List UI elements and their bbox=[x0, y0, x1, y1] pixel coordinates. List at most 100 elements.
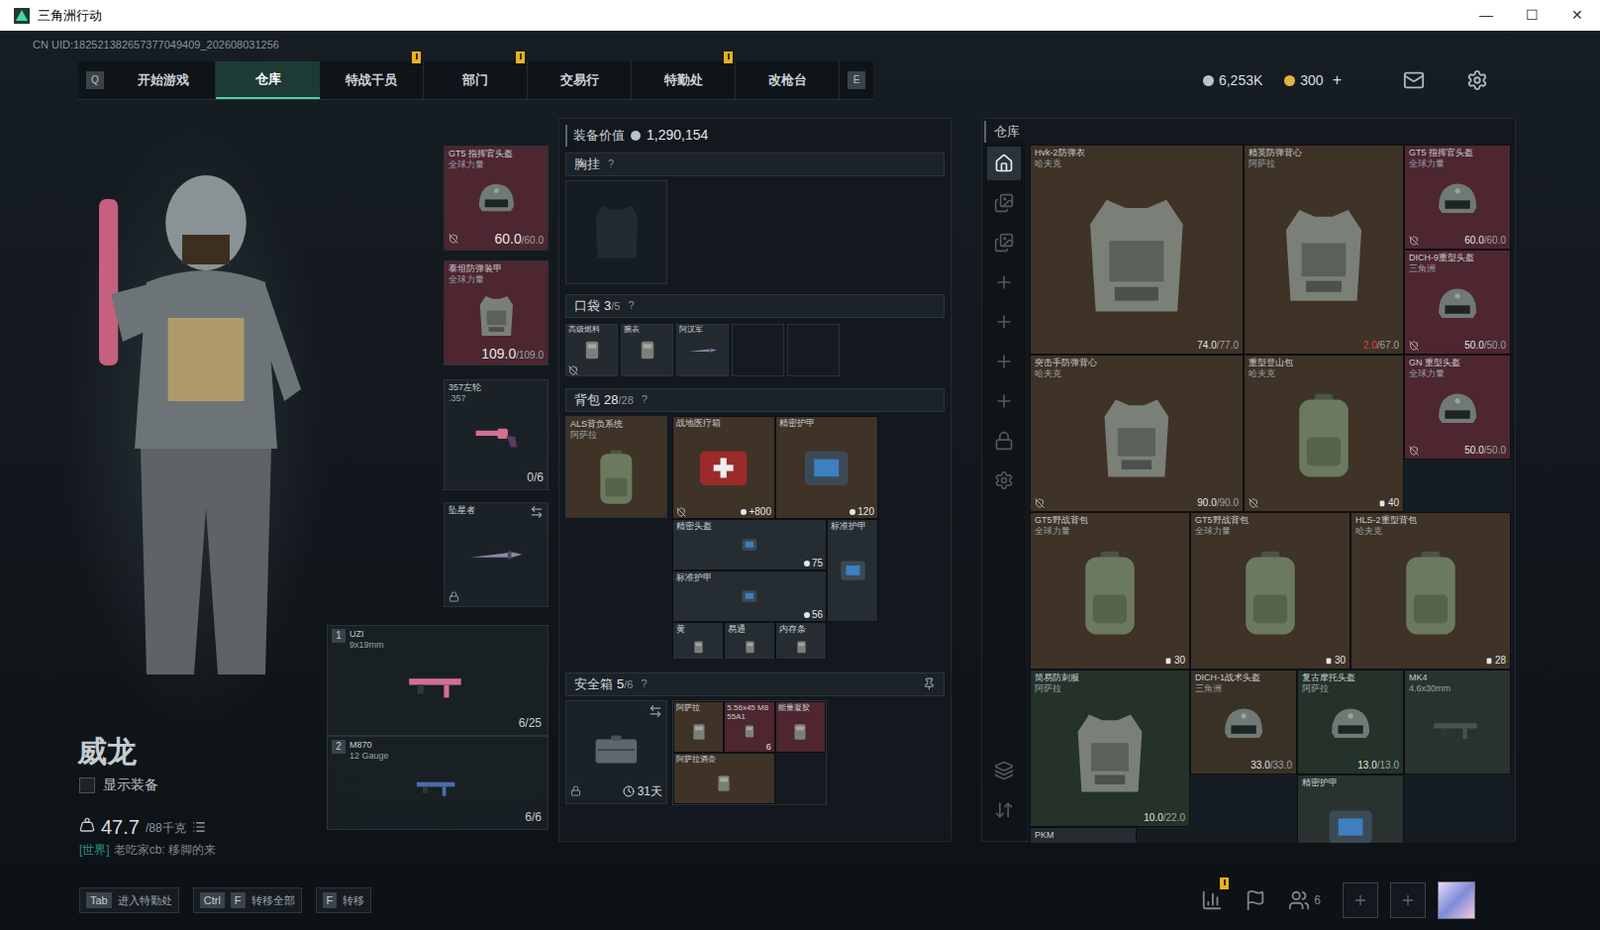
stash-item[interactable]: 突击手防弹背心哈夫克90.0/90.0 bbox=[1029, 354, 1244, 512]
equipment-slot[interactable]: 357左轮.3570/6 bbox=[443, 379, 549, 491]
window-control[interactable]: — bbox=[1463, 0, 1509, 31]
backpack-item[interactable]: 精密头盔75 bbox=[672, 518, 827, 571]
stash-item[interactable]: DICH-1战术头盔三角洲33.0/33.0 bbox=[1190, 669, 1298, 775]
equipment-slot[interactable]: 泰坦防弹装甲全球力量109.0/109.0 bbox=[443, 260, 549, 366]
safe-item[interactable]: 阿萨拉 bbox=[673, 700, 724, 753]
nav-tab[interactable]: 开始游戏 bbox=[111, 61, 216, 100]
equipment-slot[interactable]: GT5 指挥官头盔全球力量60.0/60.0 bbox=[443, 145, 549, 251]
safe-case-slot[interactable]: 31天 bbox=[565, 700, 668, 804]
stash-item[interactable]: 复古摩托头盔阿萨拉13.0/13.0 bbox=[1297, 669, 1404, 775]
safe-item[interactable]: 阿萨拉酒壶 bbox=[673, 752, 776, 804]
item-name: 高级燃料 bbox=[566, 324, 617, 335]
stash-item[interactable]: PKM bbox=[1029, 826, 1137, 843]
pocket-slot[interactable]: 高级燃料 bbox=[565, 323, 618, 377]
stash-tab[interactable] bbox=[987, 753, 1021, 788]
weapon-name: UZI bbox=[349, 628, 385, 640]
flag-icon[interactable] bbox=[1244, 889, 1267, 911]
item-name: 精密头盔 bbox=[673, 519, 826, 532]
stash-tab[interactable] bbox=[987, 265, 1021, 300]
stash-tab[interactable] bbox=[987, 304, 1021, 339]
stash-item[interactable]: GT5野战背包全球力量30 bbox=[1029, 511, 1191, 670]
stash-tab[interactable] bbox=[987, 186, 1021, 220]
key-hint[interactable]: Tab进入特勤处 bbox=[79, 887, 180, 914]
stash-item[interactable]: GT5 指挥官头盔全球力量60.0/60.0 bbox=[1403, 144, 1511, 250]
nav-tab[interactable]: 特勤处 bbox=[631, 61, 736, 100]
pin-icon[interactable] bbox=[922, 677, 936, 691]
window-control[interactable]: ☐ bbox=[1508, 0, 1555, 31]
stash-item[interactable]: 精英防弹背心阿萨拉2.0/67.0 bbox=[1243, 144, 1404, 355]
pocket-slot[interactable] bbox=[731, 323, 785, 377]
help-mark[interactable]: ? bbox=[640, 675, 647, 693]
mail-icon[interactable] bbox=[1402, 69, 1425, 92]
stats-icon[interactable] bbox=[1200, 889, 1223, 911]
stash-item[interactable]: MK44.6x30mm bbox=[1403, 669, 1511, 775]
help-mark[interactable]: ? bbox=[627, 297, 634, 314]
stash-item[interactable]: GT5野战背包全球力量30 bbox=[1190, 511, 1351, 670]
stash-tab[interactable] bbox=[987, 146, 1021, 181]
stash-tab[interactable] bbox=[987, 423, 1021, 458]
equipment-slot[interactable]: 坠星者 bbox=[443, 501, 549, 607]
party-slot[interactable] bbox=[1342, 882, 1379, 918]
pocket-slot[interactable]: 腕表 bbox=[620, 323, 674, 377]
stash-item[interactable]: 简易防刺服阿萨拉10.0/22.0 bbox=[1029, 669, 1191, 827]
stash-sidebar bbox=[982, 142, 1026, 841]
stash-tab[interactable] bbox=[987, 463, 1021, 498]
stash-item[interactable]: DICH-9重型头盔三角洲50.0/50.0 bbox=[1403, 249, 1511, 355]
key-hint[interactable]: F转移 bbox=[315, 887, 373, 914]
nav-tab[interactable]: 仓库 bbox=[215, 61, 320, 100]
help-mark[interactable]: ? bbox=[607, 155, 614, 173]
window-control[interactable]: ✕ bbox=[1554, 0, 1600, 31]
player-avatar[interactable] bbox=[1437, 881, 1476, 919]
add-currency-button[interactable]: + bbox=[1332, 68, 1342, 93]
stash-item[interactable]: 重型登山包哈夫克40 bbox=[1243, 354, 1404, 512]
pocket-slot[interactable]: 阿汉军 bbox=[676, 323, 729, 377]
party-slot[interactable] bbox=[1390, 882, 1426, 918]
stash-item[interactable]: 精密护甲 bbox=[1297, 774, 1404, 843]
item-name: 357左轮 bbox=[448, 382, 482, 394]
stash-tab[interactable] bbox=[987, 793, 1021, 827]
backpack-item[interactable]: 易通 bbox=[723, 621, 776, 659]
pocket-slot[interactable] bbox=[787, 323, 840, 377]
backpack-item[interactable]: 战地医疗箱+800 bbox=[672, 415, 776, 519]
nav-tab[interactable]: 部门 bbox=[423, 61, 528, 100]
list-icon[interactable] bbox=[192, 819, 206, 834]
currency: 6,253K bbox=[1202, 70, 1263, 92]
gear-value: 装备价值1,290,154 bbox=[565, 124, 945, 147]
backpack-slot[interactable]: ALS背负系统阿萨拉 bbox=[565, 415, 668, 518]
weapon-slot[interactable]: 2M87012 Gauge6/6 bbox=[326, 735, 549, 830]
stash-tab[interactable] bbox=[987, 384, 1021, 418]
alert-badge bbox=[515, 51, 525, 64]
key-hint[interactable]: CtrlF转移全部 bbox=[193, 887, 302, 914]
friends-button[interactable]: 6 bbox=[1288, 889, 1321, 911]
safe-item[interactable]: 5.56x45 M855A16 bbox=[723, 700, 775, 753]
lock-icon bbox=[994, 430, 1014, 451]
layers-icon bbox=[994, 760, 1014, 781]
stash-tab[interactable] bbox=[987, 225, 1021, 260]
nav-tab[interactable]: 特战干员 bbox=[319, 61, 424, 100]
nav-tab[interactable]: 交易行 bbox=[527, 61, 632, 100]
add-page-icon bbox=[994, 272, 1014, 293]
stash-item[interactable]: HLS-2重型背包哈夫克28 bbox=[1350, 511, 1511, 670]
backpack-item[interactable]: 标准护甲 bbox=[826, 518, 879, 622]
gear-icon[interactable] bbox=[1466, 69, 1489, 92]
coin-icon bbox=[1202, 75, 1214, 87]
section-header: 胸挂? bbox=[565, 152, 945, 177]
nav-tab[interactable]: 改枪台 bbox=[735, 61, 840, 100]
stash-item[interactable]: Hvk-2防弹衣哈夫克74.0/77.0 bbox=[1029, 144, 1244, 355]
weapon-slot[interactable]: 1UZI9x19mm6/25 bbox=[326, 624, 549, 736]
swap-icon[interactable] bbox=[529, 504, 544, 519]
backpack-item[interactable]: 内存条 bbox=[775, 621, 827, 659]
stash-item[interactable]: GN 重型头盔全球力量50.0/50.0 bbox=[1403, 354, 1511, 460]
backpack-item[interactable]: 标准护甲56 bbox=[672, 570, 827, 622]
nav-next-key[interactable]: E bbox=[847, 71, 866, 90]
help-mark[interactable]: ? bbox=[641, 391, 648, 408]
show-gear-checkbox[interactable]: 显示装备 bbox=[61, 771, 327, 800]
stash-tab[interactable] bbox=[987, 344, 1021, 379]
backpack-item[interactable]: 精密护甲120 bbox=[775, 415, 879, 519]
chest-rig-slot[interactable] bbox=[565, 180, 668, 285]
backpack-item[interactable]: 黄 bbox=[672, 621, 724, 659]
item-faction: 全球力量 bbox=[1408, 368, 1506, 380]
swap-icon[interactable] bbox=[648, 703, 663, 718]
safe-item[interactable]: 能量凝胶 bbox=[775, 700, 826, 753]
nav-prev-key[interactable]: Q bbox=[86, 71, 104, 90]
